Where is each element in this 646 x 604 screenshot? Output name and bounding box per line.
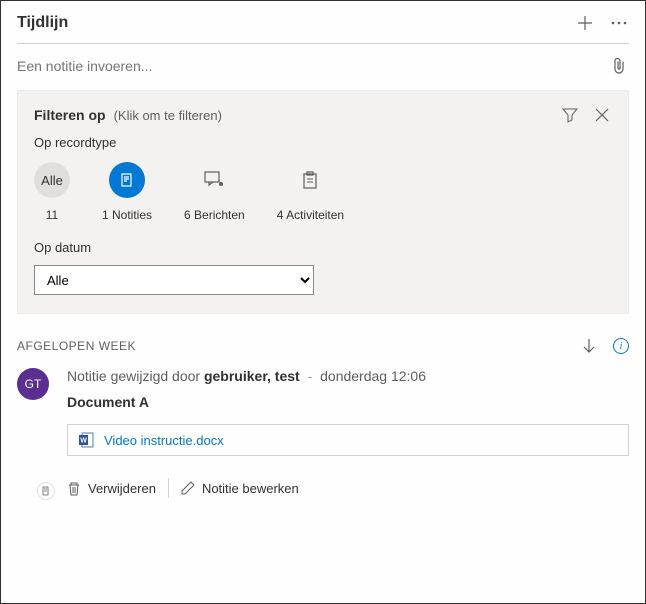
trash-icon: [67, 481, 81, 496]
entry-title: Document A: [67, 394, 629, 410]
filter-title-row: Filteren op (Klik om te filteren): [34, 107, 222, 123]
plus-icon: [577, 15, 593, 31]
note-badge-icon: [41, 486, 51, 496]
chip-notes-caption: 1 Notities: [102, 208, 152, 222]
record-type-label: Op recordtype: [34, 135, 612, 150]
arrow-down-icon: [582, 338, 596, 354]
timeline-panel: Tijdlijn Filteren op (Klik om te filtere…: [0, 0, 646, 604]
chip-all-circle: Alle: [34, 162, 70, 198]
sort-button[interactable]: [579, 336, 599, 356]
note-input[interactable]: [17, 58, 609, 74]
panel-title: Tijdlijn: [17, 14, 68, 32]
edit-label: Notitie bewerken: [202, 481, 299, 496]
chip-all[interactable]: Alle 11: [34, 162, 70, 222]
chip-notes[interactable]: 1 Notities: [102, 162, 152, 222]
avatar-wrap: GT: [17, 368, 53, 498]
filter-hint: (Klik om te filteren): [114, 108, 222, 123]
note-input-row: [17, 44, 629, 90]
filter-header: Filteren op (Klik om te filteren): [34, 105, 612, 125]
chip-activities[interactable]: 4 Activiteiten: [277, 162, 344, 222]
attachment-name: Video instructie.docx: [104, 433, 224, 448]
date-select[interactable]: Alle: [34, 265, 314, 295]
entry-sep: -: [308, 368, 313, 384]
close-icon: [595, 108, 609, 122]
delete-button[interactable]: Verwijderen: [67, 481, 168, 496]
panel-header: Tijdlijn: [17, 13, 629, 44]
avatar-badge: [37, 482, 55, 500]
avatar: GT: [17, 368, 49, 400]
chip-activities-caption: 4 Activiteiten: [277, 208, 344, 222]
filter-funnel-button[interactable]: [560, 105, 580, 125]
more-icon: [611, 21, 627, 25]
note-icon: [118, 171, 136, 189]
pencil-icon: [181, 481, 195, 495]
add-button[interactable]: [575, 13, 595, 33]
chip-posts-caption: 6 Berichten: [184, 208, 245, 222]
action-row: Verwijderen Notitie bewerken: [67, 478, 629, 498]
filter-panel: Filteren op (Klik om te filteren) Op rec…: [17, 90, 629, 314]
entry-timestamp: donderdag 12:06: [320, 368, 426, 384]
delete-label: Verwijderen: [88, 481, 156, 496]
header-actions: [575, 13, 629, 33]
chip-notes-circle: [109, 162, 145, 198]
section-icons: i: [579, 336, 629, 356]
section-label: AFGELOPEN WEEK: [17, 339, 136, 353]
funnel-icon: [562, 107, 578, 123]
attach-button[interactable]: [609, 56, 629, 76]
entry-user: gebruiker, test: [204, 368, 300, 384]
filter-header-icons: [560, 105, 612, 125]
type-chips: Alle 11 1 Notities 6 Berichten 4 Activi: [34, 162, 612, 222]
entry-body: Notitie gewijzigd door gebruiker, test -…: [67, 368, 629, 498]
chip-posts-circle: [196, 162, 232, 198]
timeline-entry: GT Notitie gewijzigd door gebruiker, tes…: [17, 368, 629, 498]
filter-close-button[interactable]: [592, 105, 612, 125]
entry-meta-prefix: Notitie gewijzigd door: [67, 368, 204, 384]
date-label: Op datum: [34, 240, 612, 255]
post-icon: [204, 171, 224, 189]
chip-activities-circle: [292, 162, 328, 198]
more-button[interactable]: [609, 13, 629, 33]
svg-text:W: W: [80, 438, 87, 445]
word-icon: W: [78, 432, 94, 448]
chip-posts[interactable]: 6 Berichten: [184, 162, 245, 222]
chip-all-caption: 11: [46, 208, 58, 222]
info-button[interactable]: i: [613, 338, 629, 354]
edit-button[interactable]: Notitie bewerken: [169, 481, 311, 496]
paperclip-icon: [612, 57, 626, 75]
section-header: AFGELOPEN WEEK i: [17, 336, 629, 356]
attachment[interactable]: W Video instructie.docx: [67, 424, 629, 456]
entry-meta: Notitie gewijzigd door gebruiker, test -…: [67, 368, 629, 384]
clipboard-icon: [302, 171, 318, 189]
info-icon: i: [620, 341, 623, 352]
filter-label: Filteren op: [34, 107, 106, 123]
